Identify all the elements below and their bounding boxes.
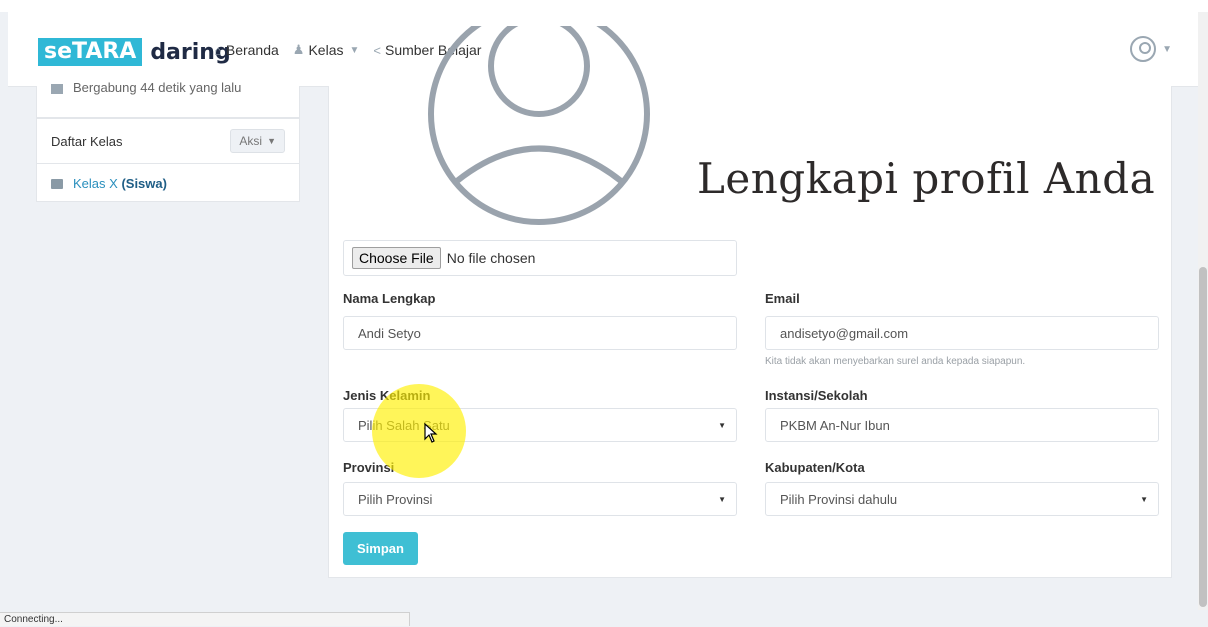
window-top-strip (0, 0, 1208, 12)
page-title: Lengkapi profil Anda (697, 154, 1156, 203)
save-button[interactable]: Simpan (343, 532, 418, 565)
email-label: Email (765, 291, 800, 306)
select-caret-icon: ▼ (718, 421, 726, 430)
city-select[interactable]: Pilih Provinsi dahulu ▼ (765, 482, 1159, 516)
name-input[interactable]: Andi Setyo (343, 316, 737, 350)
name-value: Andi Setyo (358, 325, 421, 341)
province-value: Pilih Provinsi (358, 491, 433, 507)
sidebar-join-card: Bergabung 44 detik yang lalu (36, 80, 300, 118)
vertical-scrollbar[interactable] (1198, 12, 1208, 610)
file-status: No file chosen (446, 250, 536, 266)
action-dropdown-button[interactable]: Aksi ▼ (230, 129, 285, 153)
select-caret-icon: ▼ (718, 495, 726, 504)
email-help-text: Kita tidak akan menyebarkan surel anda k… (765, 356, 1026, 367)
browser-status-bar: Connecting... (0, 612, 410, 626)
share-icon: < (373, 42, 381, 58)
city-value: Pilih Provinsi dahulu (780, 491, 898, 507)
joined-text: Bergabung 44 detik yang lalu (51, 80, 241, 95)
nav-item-beranda[interactable]: ⌂ Beranda (214, 42, 279, 58)
calendar-icon (51, 83, 63, 94)
mouse-pointer-icon (424, 423, 438, 443)
name-label: Nama Lengkap (343, 291, 436, 306)
home-icon: ⌂ (214, 42, 222, 58)
scrollbar-thumb[interactable] (1199, 267, 1207, 607)
nav-label: Beranda (225, 42, 279, 58)
nav-label: Kelas (308, 42, 344, 58)
select-caret-icon: ▼ (1140, 495, 1148, 504)
nav-item-kelas[interactable]: ♟ Kelas ▼ (293, 42, 360, 58)
profile-placeholder-icon (428, 26, 650, 225)
profile-card: Lengkapi profil Anda Choose File No file… (328, 26, 1172, 578)
choose-file-button[interactable]: Choose File (352, 247, 441, 269)
class-list-title: Daftar Kelas (51, 133, 123, 149)
user-menu[interactable]: ▼ (1130, 36, 1172, 62)
cursor-highlight (372, 384, 466, 478)
action-label: Aksi (239, 134, 263, 148)
file-upload[interactable]: Choose File No file chosen (343, 240, 737, 276)
class-role: (Siswa) (121, 176, 167, 191)
user-avatar-icon (1130, 36, 1157, 62)
chevron-down-icon: ▼ (349, 44, 360, 56)
chevron-down-icon: ▼ (267, 136, 276, 146)
school-label: Instansi/Sekolah (765, 388, 868, 403)
class-list-item[interactable]: Kelas X (Siswa) (37, 164, 299, 203)
class-link[interactable]: Kelas X (Siswa) (73, 176, 167, 191)
chevron-down-icon: ▼ (1162, 43, 1172, 55)
brand-logo-setara: seTARA (38, 38, 143, 66)
school-input[interactable]: PKBM An-Nur Ibun (765, 408, 1159, 442)
class-list-header: Daftar Kelas Aksi ▼ (37, 119, 299, 164)
users-icon: ♟ (292, 42, 305, 57)
city-label: Kabupaten/Kota (765, 460, 865, 475)
email-input[interactable]: andisetyo@gmail.com (765, 316, 1159, 350)
brand-logo[interactable]: seTARA daring (38, 38, 231, 66)
province-select[interactable]: Pilih Provinsi ▼ (343, 482, 737, 516)
class-list-card: Daftar Kelas Aksi ▼ Kelas X (Siswa) (36, 118, 300, 202)
school-value: PKBM An-Nur Ibun (780, 417, 890, 433)
email-value: andisetyo@gmail.com (780, 325, 909, 341)
folder-icon (51, 178, 63, 189)
